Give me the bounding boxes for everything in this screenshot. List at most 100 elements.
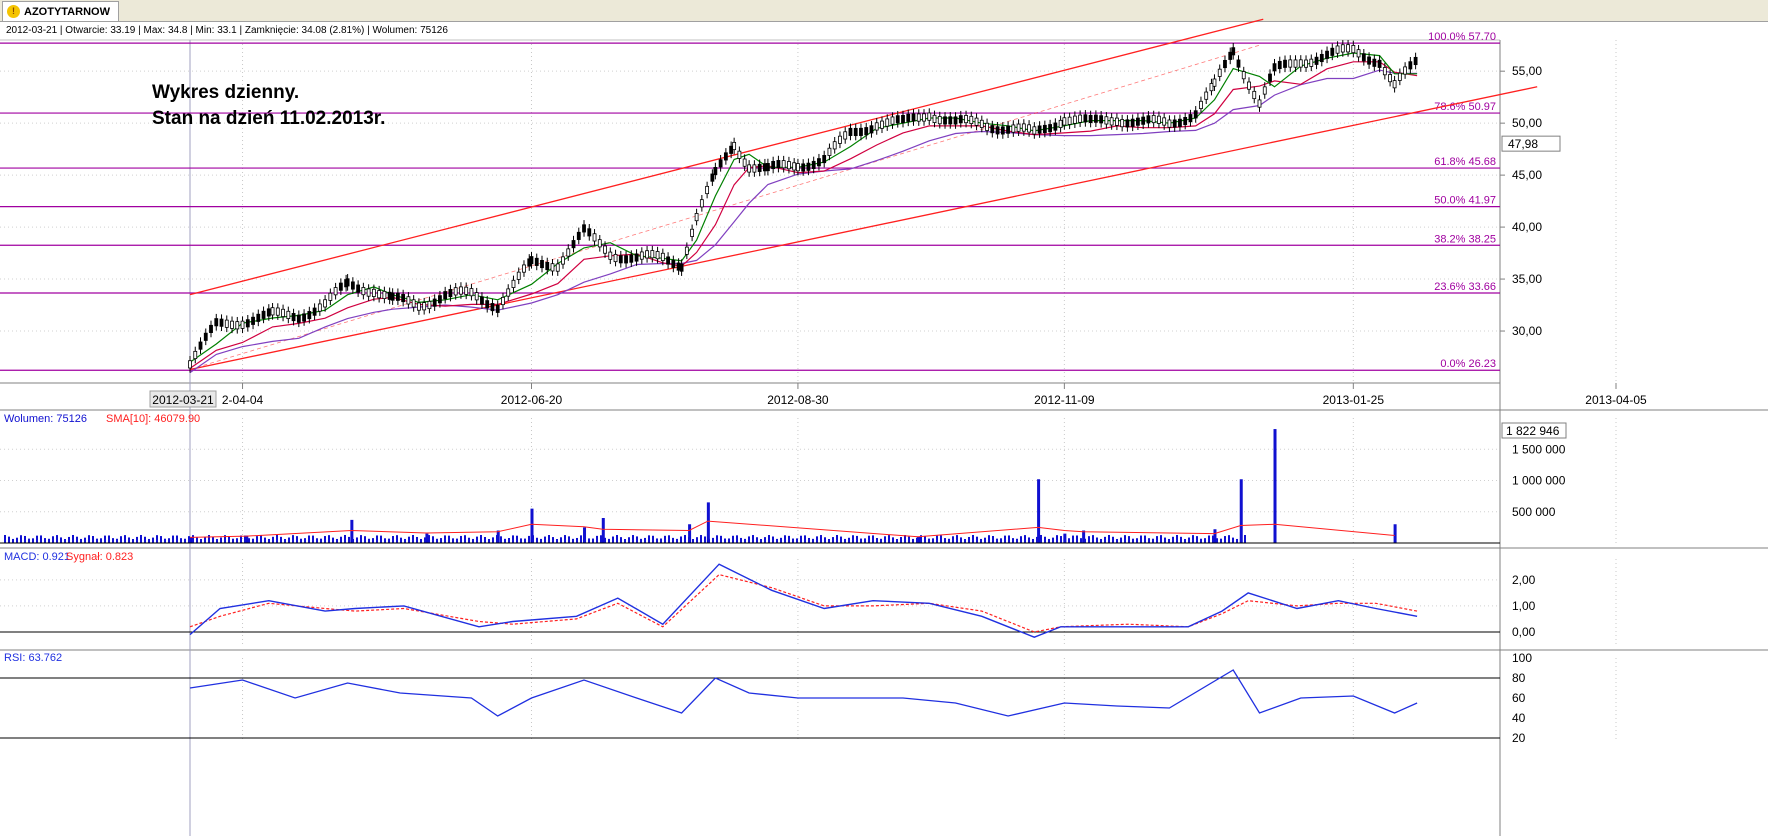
candle-body	[1146, 115, 1151, 124]
candle-body	[639, 251, 644, 260]
volume-bar-small	[1108, 535, 1110, 543]
fibonacci-level-label: 61.8% 45.68	[1434, 156, 1496, 168]
volume-bar-small	[1040, 535, 1042, 543]
candle-body	[801, 163, 806, 172]
volume-bar-small	[24, 535, 26, 543]
volume-bar-small	[612, 536, 614, 543]
candle-body	[1072, 115, 1077, 124]
volume-bar-small	[568, 536, 570, 543]
candle-body	[406, 296, 411, 305]
volume-bar-small	[1004, 535, 1006, 543]
chart-area[interactable]: 2012-03-21 2-04-04 2012-06-20 2012-08-30 201…	[0, 0, 1768, 836]
candle-body	[747, 164, 752, 173]
volume-bar-small	[836, 535, 838, 543]
volume-bar-small	[384, 538, 386, 543]
candle-body	[694, 213, 699, 222]
candle-body	[699, 199, 704, 208]
volume-bar-small	[1012, 538, 1014, 543]
rsi-y-tick-label: 100	[1512, 651, 1532, 665]
candle-body	[958, 115, 963, 124]
candle-body	[1309, 58, 1314, 67]
candle-body	[401, 294, 406, 303]
candle-body	[312, 307, 317, 316]
volume-bar-small	[1072, 535, 1074, 543]
volume-bar-small	[720, 535, 722, 543]
volume-bar-small	[1000, 538, 1002, 543]
candle-body	[561, 256, 565, 265]
volume-bar-small	[412, 535, 414, 543]
candle-body	[1392, 80, 1397, 89]
volume-bar-small	[896, 538, 898, 543]
volume-bar-small	[1232, 537, 1234, 543]
candle-body	[864, 127, 869, 136]
volume-bar-small	[1092, 535, 1094, 543]
volume-bar-small	[576, 537, 578, 543]
volume-bar	[189, 537, 192, 543]
volume-bar-small	[204, 536, 206, 543]
volume-bar-small	[36, 535, 38, 543]
volume-bar-small	[404, 538, 406, 543]
volume-bar	[1393, 524, 1397, 543]
volume-bar-small	[80, 538, 82, 543]
volume-bar-small	[868, 535, 870, 543]
candle-body	[1241, 71, 1246, 80]
volume-bar-small	[1016, 538, 1018, 543]
volume-bar-small	[92, 536, 94, 543]
volume-bar	[1063, 533, 1067, 543]
volume-y-tick-label: 1 500 000	[1512, 442, 1566, 456]
candle-body	[964, 115, 968, 124]
volume-bar-small	[536, 537, 538, 543]
candle-body	[317, 303, 322, 312]
candle-body	[927, 112, 932, 121]
rsi-legend: RSI: 63.762	[4, 652, 62, 664]
volume-bar-small	[680, 536, 682, 543]
volume-bar-small	[144, 536, 146, 543]
candle-body	[1120, 119, 1125, 128]
candle-body	[890, 116, 895, 125]
volume-bar-small	[336, 538, 338, 543]
macd-y-tick-label: 0,00	[1512, 625, 1536, 639]
candle-body	[302, 313, 306, 322]
volume-bar-small	[556, 538, 558, 543]
volume-bar-small	[572, 538, 574, 543]
volume-bar-small	[684, 535, 686, 543]
volume-bar-small	[1164, 537, 1166, 543]
candle-body	[1083, 114, 1088, 123]
volume-bar-small	[4, 535, 6, 543]
volume-bar-small	[676, 538, 678, 543]
candle-body	[822, 155, 827, 164]
candle-body	[371, 288, 376, 297]
candle-body	[270, 307, 275, 316]
candle-body	[427, 300, 432, 310]
volume-bar-small	[392, 535, 394, 543]
candle-body	[251, 316, 255, 325]
candle-body	[1162, 117, 1167, 126]
volume-bar-small	[184, 538, 186, 543]
volume-bar-small	[580, 535, 582, 543]
volume-bar-small	[616, 535, 618, 543]
candle-body	[1272, 63, 1277, 72]
volume-bar-small	[748, 536, 750, 543]
volume-bar-small	[796, 538, 798, 543]
candle-body	[1167, 119, 1172, 128]
volume-bar-small	[252, 538, 254, 543]
candle-body	[1042, 124, 1047, 133]
volume-bar-small	[988, 535, 990, 543]
volume-bar-small	[272, 536, 274, 543]
candle-body	[1377, 59, 1382, 68]
volume-bar-small	[824, 537, 826, 543]
candle-body	[350, 281, 355, 290]
candle-body	[1268, 73, 1272, 82]
candle-body	[1062, 117, 1067, 126]
candle-body	[1236, 59, 1241, 68]
sma-fast-line	[189, 52, 1418, 363]
volume-bar-small	[1128, 536, 1130, 543]
volume-bar-small	[776, 538, 778, 543]
candle-body	[592, 233, 597, 242]
candle-body	[1078, 114, 1083, 123]
volume-bar-small	[872, 535, 874, 543]
candle-body	[932, 114, 937, 123]
volume-bar-small	[236, 538, 238, 543]
volume-bar-small	[636, 536, 638, 543]
volume-bar-small	[700, 535, 702, 543]
